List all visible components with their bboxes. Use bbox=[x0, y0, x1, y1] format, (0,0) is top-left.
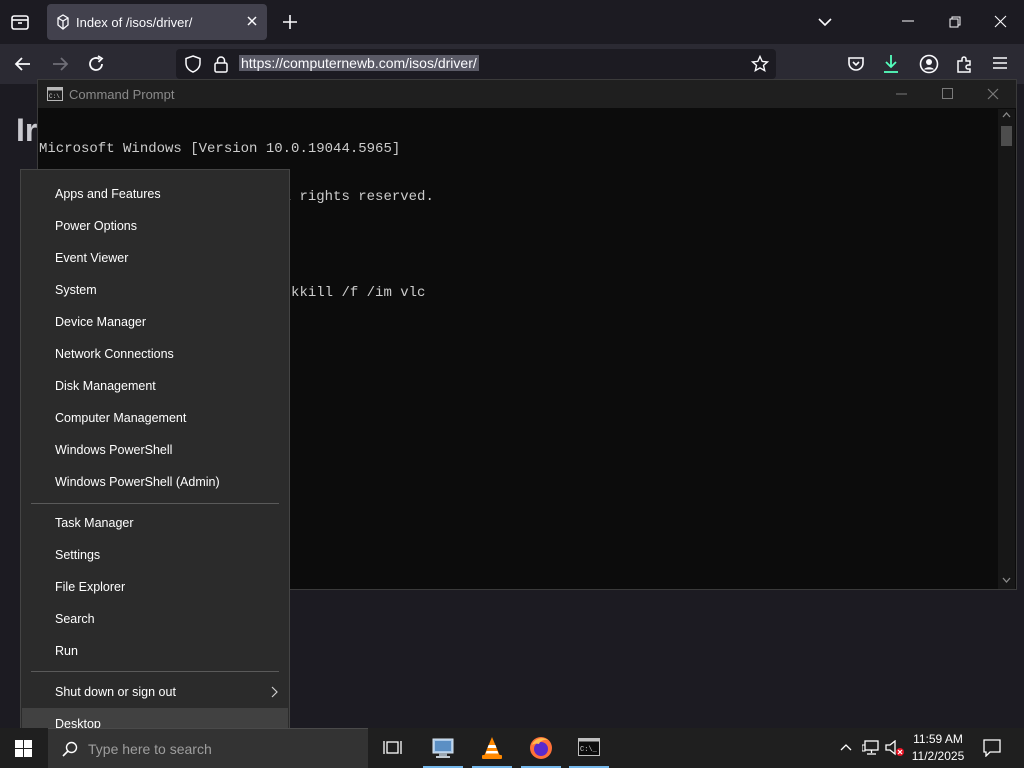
svg-text:C:\: C:\ bbox=[49, 93, 60, 100]
volume-muted-icon[interactable] bbox=[885, 740, 905, 757]
page-heading: Ir bbox=[16, 112, 38, 148]
menu-separator bbox=[31, 671, 279, 672]
browser-tab-bar: Index of /isos/driver/ bbox=[0, 0, 1024, 44]
menu-item-label: Network Connections bbox=[55, 347, 174, 361]
menu-item-apps-and-features[interactable]: Apps and Features bbox=[22, 178, 288, 210]
menu-item-task-manager[interactable]: Task Manager bbox=[22, 507, 288, 539]
command-prompt-icon: C:\_ bbox=[578, 738, 600, 756]
menu-item-label: Computer Management bbox=[55, 411, 187, 425]
restore-icon[interactable] bbox=[949, 16, 961, 28]
menu-item-disk-management[interactable]: Disk Management bbox=[22, 370, 288, 402]
menu-item-label: Device Manager bbox=[55, 315, 147, 329]
menu-item-label: Search bbox=[55, 612, 95, 626]
task-view-button[interactable] bbox=[372, 728, 412, 768]
action-center-notification-icon[interactable] bbox=[983, 739, 1001, 757]
reload-icon[interactable] bbox=[87, 55, 105, 73]
taskbar-control-panel[interactable] bbox=[423, 728, 463, 768]
console-line: Microsoft Windows [Version 10.0.19044.59… bbox=[39, 141, 401, 157]
menu-item-label: Windows PowerShell (Admin) bbox=[55, 475, 220, 489]
menu-item-system[interactable]: System bbox=[22, 274, 288, 306]
close-tab-icon[interactable] bbox=[246, 15, 258, 27]
address-bar[interactable]: https://computernewb.com/isos/driver/ bbox=[176, 49, 776, 79]
hamburger-menu-icon[interactable] bbox=[992, 56, 1008, 70]
menu-item-label: System bbox=[55, 283, 97, 297]
bookmark-star-icon[interactable] bbox=[751, 55, 769, 73]
clock-time: 11:59 AM bbox=[913, 732, 963, 746]
tracking-protection-shield-icon[interactable] bbox=[185, 55, 201, 73]
menu-item-settings[interactable]: Settings bbox=[22, 539, 288, 571]
search-placeholder: Type here to search bbox=[88, 741, 212, 757]
quick-link-menu: Apps and Features Power Options Event Vi… bbox=[20, 169, 290, 748]
pocket-icon[interactable] bbox=[847, 55, 865, 73]
minimize-icon[interactable] bbox=[902, 20, 914, 22]
cmd-close-icon[interactable] bbox=[987, 88, 999, 100]
menu-item-label: Power Options bbox=[55, 219, 137, 233]
cmd-minimize-icon[interactable] bbox=[896, 93, 907, 95]
chevron-right-icon bbox=[271, 686, 278, 698]
menu-item-label: Event Viewer bbox=[55, 251, 129, 265]
menu-item-event-viewer[interactable]: Event Viewer bbox=[22, 242, 288, 274]
cmd-title-bar[interactable]: C:\ Command Prompt bbox=[38, 80, 1016, 108]
menu-item-label: Settings bbox=[55, 548, 101, 562]
scroll-down-arrow-icon[interactable] bbox=[1002, 577, 1011, 583]
taskbar: Type here to search C:\_ 11:59 AM 11/2/2… bbox=[0, 728, 1024, 768]
menu-item-device-manager[interactable]: Device Manager bbox=[22, 306, 288, 338]
menu-separator bbox=[31, 503, 279, 504]
menu-item-file-explorer[interactable]: File Explorer bbox=[22, 571, 288, 603]
tab-index-of-isos-driver[interactable]: Index of /isos/driver/ bbox=[47, 4, 267, 40]
forward-arrow-icon[interactable] bbox=[51, 55, 69, 73]
taskbar-firefox[interactable] bbox=[521, 728, 561, 768]
taskbar-vlc[interactable] bbox=[472, 728, 512, 768]
tab-title: Index of /isos/driver/ bbox=[76, 15, 193, 30]
command-prompt-app-icon: C:\ bbox=[47, 87, 63, 101]
scrollbar-thumb[interactable] bbox=[1001, 126, 1012, 146]
menu-item-label: Task Manager bbox=[55, 516, 134, 530]
close-window-icon[interactable] bbox=[994, 15, 1007, 28]
menu-item-label: Run bbox=[55, 644, 78, 658]
firefox-view-icon[interactable] bbox=[10, 12, 30, 32]
menu-item-label: Apps and Features bbox=[55, 187, 161, 201]
start-windows-icon[interactable] bbox=[15, 740, 32, 757]
taskbar-search-box[interactable]: Type here to search bbox=[48, 728, 368, 768]
menu-item-search[interactable]: Search bbox=[22, 603, 288, 635]
network-icon[interactable] bbox=[862, 740, 880, 756]
show-hidden-icons-chevron-icon[interactable] bbox=[840, 743, 852, 751]
url-text[interactable]: https://computernewb.com/isos/driver/ bbox=[239, 55, 479, 71]
menu-item-power-options[interactable]: Power Options bbox=[22, 210, 288, 242]
menu-item-label: File Explorer bbox=[55, 580, 126, 594]
back-arrow-icon[interactable] bbox=[14, 55, 32, 73]
firefox-icon bbox=[529, 736, 553, 760]
control-panel-icon bbox=[431, 737, 455, 759]
menu-item-label: Disk Management bbox=[55, 379, 156, 393]
task-view-icon bbox=[383, 739, 402, 756]
menu-item-run[interactable]: Run bbox=[22, 635, 288, 667]
site-favicon-icon bbox=[55, 14, 71, 30]
account-icon[interactable] bbox=[919, 54, 939, 74]
menu-item-windows-powershell[interactable]: Windows PowerShell bbox=[22, 434, 288, 466]
cmd-maximize-icon[interactable] bbox=[942, 88, 953, 99]
list-all-tabs-icon[interactable] bbox=[818, 15, 832, 29]
cmd-title: Command Prompt bbox=[69, 87, 175, 102]
taskbar-command-prompt[interactable]: C:\_ bbox=[569, 728, 609, 768]
menu-item-computer-management[interactable]: Computer Management bbox=[22, 402, 288, 434]
extensions-icon[interactable] bbox=[955, 54, 975, 74]
cmd-scrollbar[interactable] bbox=[998, 109, 1015, 589]
menu-item-label: Windows PowerShell bbox=[55, 443, 173, 457]
downloads-icon[interactable] bbox=[882, 54, 900, 74]
menu-item-windows-powershell-admin[interactable]: Windows PowerShell (Admin) bbox=[22, 466, 288, 498]
scroll-up-arrow-icon[interactable] bbox=[1002, 112, 1011, 118]
lock-icon[interactable] bbox=[213, 55, 229, 73]
vlc-icon bbox=[481, 736, 503, 760]
menu-item-label: Shut down or sign out bbox=[55, 685, 176, 699]
browser-navigation-bar: https://computernewb.com/isos/driver/ bbox=[0, 44, 1024, 84]
new-tab-icon[interactable] bbox=[282, 14, 298, 30]
menu-item-network-connections[interactable]: Network Connections bbox=[22, 338, 288, 370]
svg-text:C:\_: C:\_ bbox=[580, 746, 598, 754]
search-icon bbox=[62, 741, 78, 757]
clock-date: 11/2/2025 bbox=[911, 749, 965, 763]
menu-item-shut-down-or-sign-out[interactable]: Shut down or sign out bbox=[22, 676, 288, 708]
taskbar-clock[interactable]: 11:59 AM 11/2/2025 bbox=[906, 731, 970, 765]
